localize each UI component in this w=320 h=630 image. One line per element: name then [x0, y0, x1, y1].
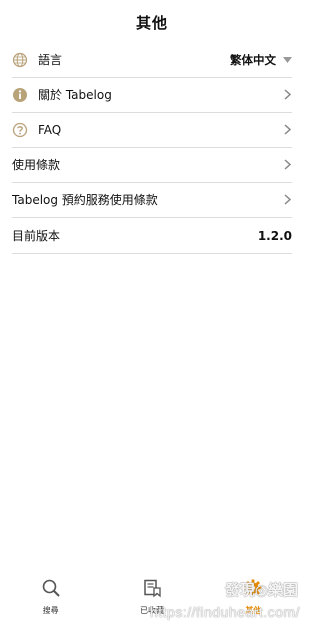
dropdown-caret-icon	[282, 55, 292, 65]
terms-label: 使用條款	[12, 158, 61, 172]
chevron-right-icon	[282, 123, 292, 137]
chevron-right-icon	[282, 158, 292, 172]
globe-icon	[12, 52, 28, 68]
tab-search-label: 搜尋	[42, 606, 59, 615]
page-title: 其他	[135, 13, 168, 32]
tab-saved[interactable]: 已收藏	[101, 568, 202, 630]
chevron-right-icon	[282, 193, 292, 207]
settings-row-about[interactable]: 關於 Tabelog	[12, 77, 292, 113]
question-icon	[12, 122, 28, 138]
faq-label: FAQ	[38, 122, 62, 137]
watermark-title: 發現◎樂園	[224, 581, 298, 599]
settings-row-faq[interactable]: FAQ	[12, 112, 292, 148]
version-label: 目前版本	[12, 229, 61, 243]
watermark-url: https://finduheart.com/	[149, 604, 300, 620]
settings-row-version: 目前版本 1.2.0	[12, 218, 292, 254]
top-bar: 其他	[0, 0, 304, 44]
version-value: 1.2.0	[257, 228, 292, 243]
info-icon	[12, 87, 28, 103]
reservation-terms-label: Tabelog 預約服務使用條款	[12, 193, 158, 207]
tab-search[interactable]: 搜尋	[0, 568, 101, 630]
bookmark-list-icon	[142, 578, 162, 602]
language-label: 語言	[38, 53, 63, 67]
search-icon	[41, 578, 61, 602]
settings-row-terms[interactable]: 使用條款	[12, 147, 292, 183]
about-label: 關於 Tabelog	[38, 88, 112, 102]
settings-row-reservation-terms[interactable]: Tabelog 預約服務使用條款	[12, 182, 292, 218]
settings-row-language[interactable]: 語言 繁体中文	[12, 42, 292, 78]
chevron-right-icon	[282, 88, 292, 102]
language-value: 繁体中文	[230, 52, 276, 67]
